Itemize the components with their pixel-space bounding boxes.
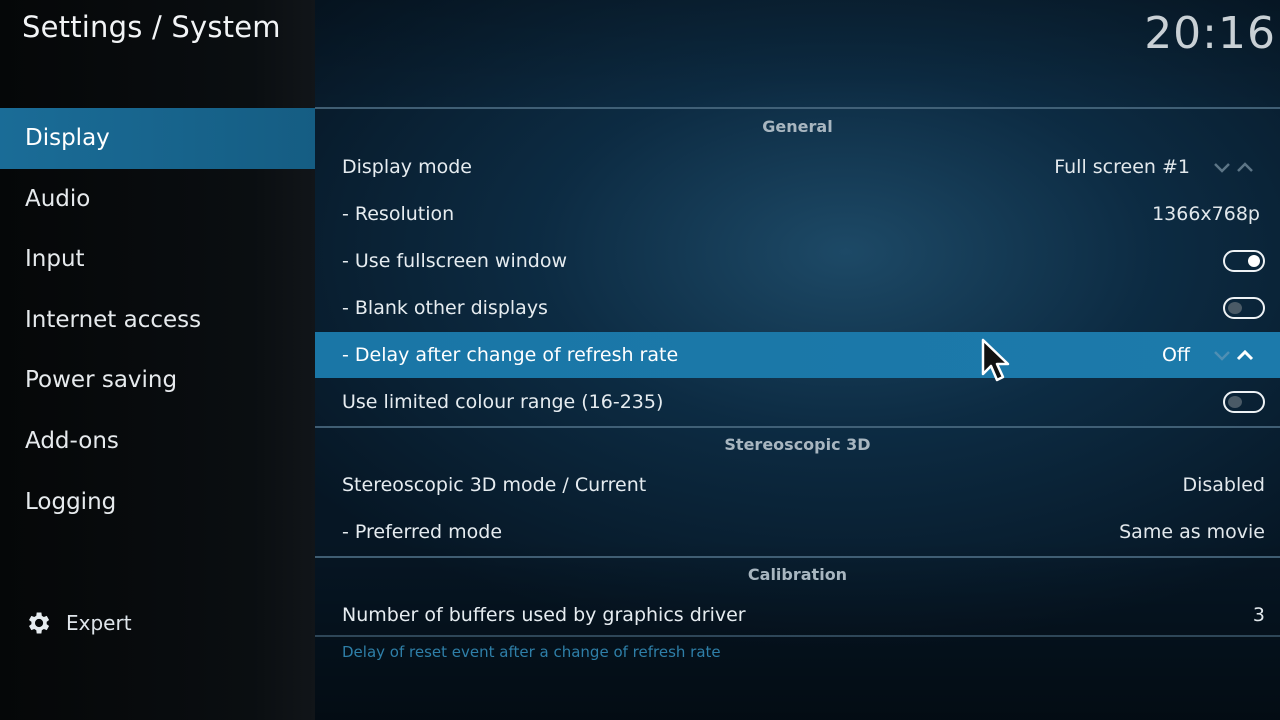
section-header-stereoscopic-3d: Stereoscopic 3D <box>724 435 871 454</box>
setting-label: - Delay after change of refresh rate <box>342 344 679 366</box>
setting-label: - Use fullscreen window <box>342 250 568 272</box>
setting-blank-other-displays[interactable]: - Blank other displays <box>315 285 1280 331</box>
setting-value: Full screen #1 <box>1054 156 1190 178</box>
settings-window: Display Audio Input Internet access Powe… <box>0 0 1280 720</box>
setting-value: Disabled <box>1182 474 1265 496</box>
spinner-arrows-icon[interactable] <box>1212 347 1258 363</box>
setting-display-mode[interactable]: Display mode Full screen #1 <box>315 144 1280 190</box>
setting-label: Display mode <box>342 156 472 178</box>
toggle-knob <box>1228 302 1242 314</box>
gear-icon <box>29 612 50 634</box>
setting-label: Stereoscopic 3D mode / Current <box>342 474 647 496</box>
sidebar-item-audio[interactable]: Audio <box>0 169 315 230</box>
setting-label: - Blank other displays <box>342 297 548 319</box>
category-list: Display Audio Input Internet access Powe… <box>0 108 315 532</box>
setting-use-fullscreen-window[interactable]: - Use fullscreen window <box>315 238 1280 284</box>
setting-value: 1366x768p <box>1152 203 1260 225</box>
setting-preferred-mode[interactable]: - Preferred mode Same as movie <box>315 509 1280 555</box>
setting-value: 3 <box>1252 604 1265 626</box>
section-divider <box>315 635 1280 637</box>
settings-level-label: Expert <box>66 611 132 635</box>
section-divider <box>315 426 1280 428</box>
setting-label: - Preferred mode <box>342 521 503 543</box>
toggle-switch-on[interactable] <box>1223 250 1265 272</box>
setting-stereoscopic-3d-mode[interactable]: Stereoscopic 3D mode / Current Disabled <box>315 462 1280 508</box>
sidebar-item-power-saving[interactable]: Power saving <box>0 350 315 411</box>
spinner-arrows-icon[interactable] <box>1212 159 1258 175</box>
section-divider <box>315 107 1280 109</box>
sidebar-item-add-ons[interactable]: Add-ons <box>0 411 315 472</box>
setting-delay-after-refresh-change[interactable]: - Delay after change of refresh rate Off <box>315 332 1280 378</box>
setting-value: Off <box>1161 344 1190 366</box>
toggle-knob <box>1228 396 1242 408</box>
setting-value: Same as movie <box>1119 521 1265 543</box>
sidebar-item-display[interactable]: Display <box>0 108 315 169</box>
sidebar-item-internet-access[interactable]: Internet access <box>0 290 315 351</box>
clock: 20:16 <box>1144 8 1276 59</box>
settings-level-button[interactable]: Expert <box>24 606 132 640</box>
setting-limited-colour-range[interactable]: Use limited colour range (16-235) <box>315 379 1280 425</box>
setting-label: Use limited colour range (16-235) <box>342 391 664 413</box>
setting-graphics-buffers[interactable]: Number of buffers used by graphics drive… <box>315 592 1280 638</box>
toggle-knob <box>1248 255 1260 267</box>
section-divider <box>315 556 1280 558</box>
setting-label: - Resolution <box>342 203 455 225</box>
toggle-switch-off[interactable] <box>1223 391 1265 413</box>
setting-resolution[interactable]: - Resolution 1366x768p <box>315 191 1280 237</box>
mouse-cursor-icon <box>981 338 1010 382</box>
section-header-general: General <box>762 117 833 136</box>
sidebar-item-input[interactable]: Input <box>0 229 315 290</box>
setting-description: Delay of reset event after a change of r… <box>342 643 721 661</box>
setting-label: Number of buffers used by graphics drive… <box>342 604 746 626</box>
sidebar-item-logging[interactable]: Logging <box>0 472 315 533</box>
page-title: Settings / System <box>22 10 281 44</box>
toggle-switch-off[interactable] <box>1223 297 1265 319</box>
section-header-calibration: Calibration <box>747 565 848 584</box>
sidebar: Display Audio Input Internet access Powe… <box>0 0 315 720</box>
